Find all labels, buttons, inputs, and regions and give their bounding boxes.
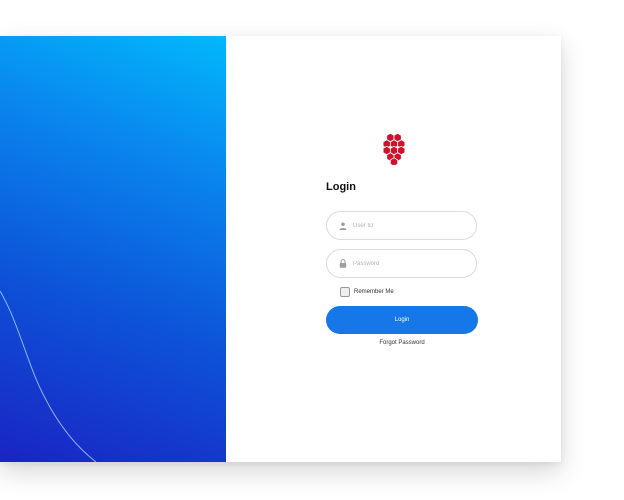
login-panel: Login User ID Remember Me Login Forgot P…: [226, 36, 561, 462]
lock-icon: [338, 259, 348, 269]
user-id-field[interactable]: [326, 211, 477, 240]
hexagon-cluster-logo-icon: [382, 133, 406, 165]
hero-curve-decoration: [0, 290, 97, 462]
user-id-input[interactable]: [353, 222, 463, 229]
hero-panel: [0, 36, 226, 462]
page-title: Login: [326, 181, 356, 193]
login-card: Login User ID Remember Me Login Forgot P…: [0, 36, 561, 462]
password-field[interactable]: [326, 249, 477, 278]
user-icon: [338, 221, 348, 231]
remember-me-label[interactable]: Remember Me: [354, 289, 394, 295]
remember-me[interactable]: Remember Me: [340, 287, 394, 297]
password-input[interactable]: [353, 260, 463, 267]
remember-me-checkbox[interactable]: [340, 287, 350, 297]
forgot-password-link[interactable]: Forgot Password: [326, 340, 478, 346]
page: Login User ID Remember Me Login Forgot P…: [0, 0, 624, 500]
login-button[interactable]: Login: [326, 306, 478, 334]
